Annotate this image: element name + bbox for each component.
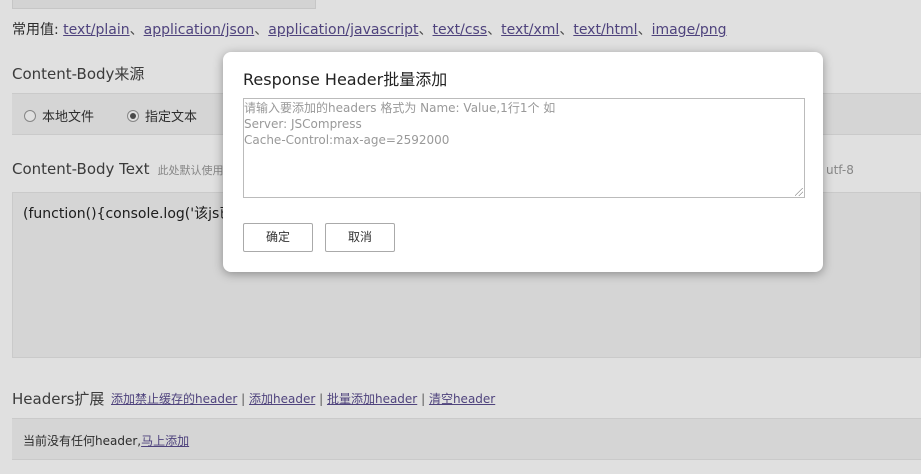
headers-batch-textarea[interactable]: 请输入要添加的headers 格式为 Name: Value,1行1个 如 Se… xyxy=(243,98,805,198)
batch-header-dialog: Response Header批量添加 请输入要添加的headers 格式为 N… xyxy=(223,52,823,272)
dialog-title: Response Header批量添加 xyxy=(243,70,448,89)
resize-grip-icon[interactable] xyxy=(795,188,803,196)
textarea-placeholder: 请输入要添加的headers 格式为 Name: Value,1行1个 如 Se… xyxy=(244,101,556,147)
confirm-button[interactable]: 确定 xyxy=(243,223,313,252)
cancel-button[interactable]: 取消 xyxy=(325,223,395,252)
